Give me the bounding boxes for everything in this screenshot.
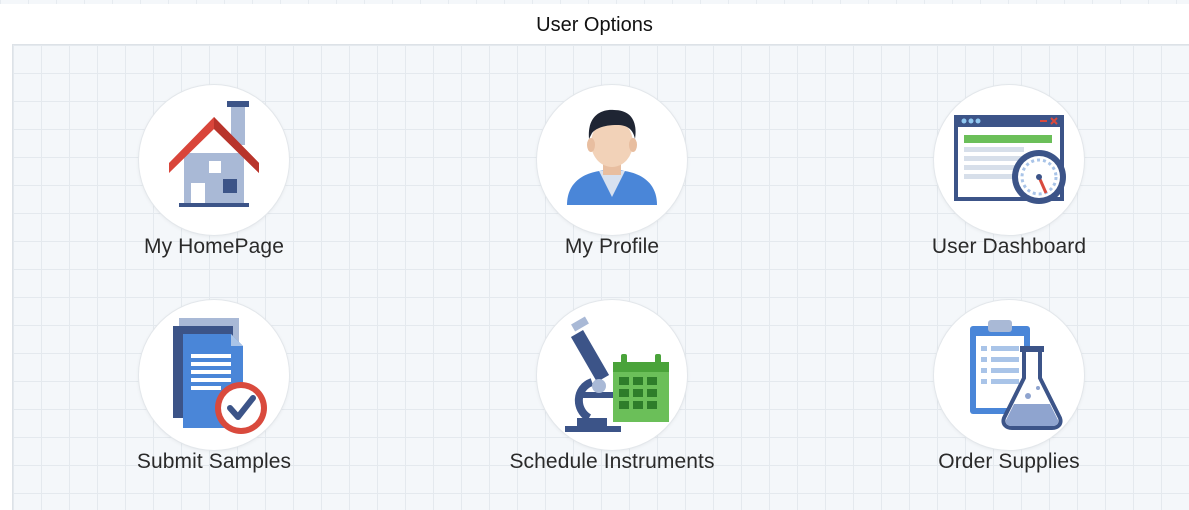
documents-check-icon-circle (139, 300, 289, 450)
option-order-supplies[interactable]: Order Supplies (879, 300, 1139, 495)
option-my-homepage[interactable]: My HomePage (84, 85, 344, 280)
microscope-calendar-icon-circle (537, 300, 687, 450)
house-icon-circle (139, 85, 289, 235)
microscope-calendar-icon (565, 316, 669, 432)
user-avatar-icon-circle (537, 85, 687, 235)
option-label: Schedule Instruments (509, 450, 715, 473)
user-avatar-icon (567, 109, 657, 205)
option-label: Submit Samples (136, 450, 292, 473)
option-submit-samples[interactable]: Submit Samples (84, 300, 344, 495)
documents-check-icon (173, 318, 267, 434)
option-label: My Profile (564, 235, 660, 258)
option-label: Order Supplies (938, 450, 1080, 473)
panel-title: User Options (0, 4, 1189, 42)
house-icon (169, 101, 259, 207)
clipboard-flask-icon (970, 320, 1063, 430)
dashboard-gauge-icon-circle (934, 85, 1084, 235)
option-label: My HomePage (144, 235, 284, 258)
option-schedule-instruments[interactable]: Schedule Instruments (482, 300, 742, 495)
dashboard-gauge-icon (954, 115, 1066, 204)
option-my-profile[interactable]: My Profile (482, 85, 742, 280)
clipboard-flask-icon-circle (934, 300, 1084, 450)
option-user-dashboard[interactable]: User Dashboard (879, 85, 1139, 280)
option-label: User Dashboard (931, 235, 1087, 258)
